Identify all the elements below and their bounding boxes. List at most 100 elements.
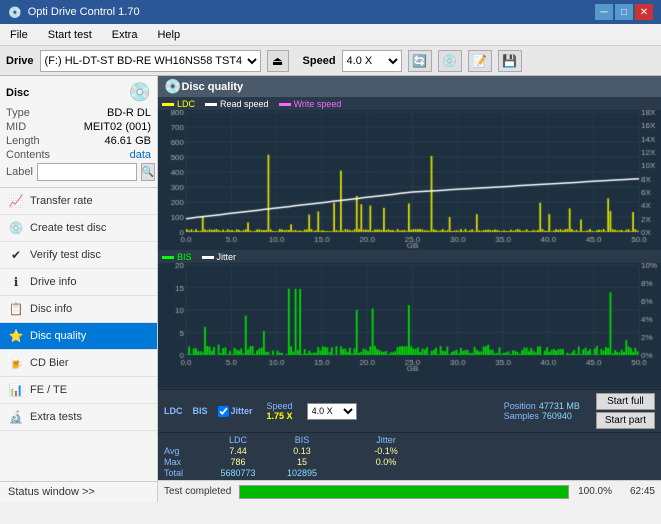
verify-test-disc-icon: ✔ (8, 247, 24, 263)
disc-panel-icon: 💿 (129, 82, 151, 103)
position-value: 47731 MB (539, 401, 580, 411)
fe-te-icon: 📊 (8, 382, 24, 398)
speed-stat-value: 1.75 X (267, 411, 293, 421)
disc-length-value: 46.61 GB (105, 135, 151, 147)
menubar: File Start test Extra Help (0, 24, 661, 46)
sidebar-label-disc-info: Disc info (30, 303, 72, 315)
menu-extra[interactable]: Extra (106, 27, 144, 43)
sidebar-item-disc-quality[interactable]: ⭐ Disc quality (0, 323, 157, 350)
max-ldc: 786 (208, 457, 268, 467)
total-ldc: 5680773 (208, 468, 268, 478)
status-window-button[interactable]: Status window >> (0, 481, 157, 502)
max-jitter: 0.0% (356, 457, 416, 467)
menu-file[interactable]: File (4, 27, 34, 43)
disc-label-row: Label 🔍 (6, 163, 151, 181)
drivebar: Drive (F:) HL-DT-ST BD-RE WH16NS58 TST4 … (0, 46, 661, 76)
write-speed-legend-color (279, 103, 291, 106)
refresh-button[interactable]: 🔄 (408, 50, 432, 72)
disc-mid-value: MEIT02 (001) (84, 121, 151, 133)
disc-contents-value: data (130, 149, 151, 161)
max-bis: 15 (272, 457, 332, 467)
status-text: Test completed (164, 486, 231, 497)
speed-select[interactable]: 4.0 X (342, 50, 402, 72)
sidebar-item-transfer-rate[interactable]: 📈 Transfer rate (0, 188, 157, 215)
avg-label: Avg (164, 446, 204, 456)
titlebar-title: 💿 Opti Drive Control 1.70 (8, 6, 140, 19)
stats-speed-select[interactable]: 4.0 X (307, 403, 357, 420)
menu-help[interactable]: Help (151, 27, 186, 43)
progress-bar-bg (239, 485, 569, 499)
sidebar-item-disc-info[interactable]: 📋 Disc info (0, 296, 157, 323)
total-jitter-empty (336, 468, 416, 478)
disc-label-input[interactable] (37, 163, 137, 181)
disc-length-row: Length 46.61 GB (6, 135, 151, 147)
cd-bier-icon: 🍺 (8, 355, 24, 371)
disc-info-panel: Disc 💿 Type BD-R DL MID MEIT02 (001) Len… (0, 76, 157, 188)
save-button[interactable]: 💾 (498, 50, 522, 72)
disc-length-label: Length (6, 135, 40, 147)
drive-label: Drive (6, 55, 34, 67)
sidebar: Disc 💿 Type BD-R DL MID MEIT02 (001) Len… (0, 76, 158, 502)
stats-empty (164, 435, 204, 445)
minimize-button[interactable]: ─ (595, 4, 613, 20)
progress-area: Test completed 100.0% 62:45 (158, 480, 661, 502)
ldc-chart (158, 110, 661, 250)
drive-info-icon: ℹ (8, 274, 24, 290)
sidebar-item-verify-test-disc[interactable]: ✔ Verify test disc (0, 242, 157, 269)
bis-legend-color (162, 256, 174, 259)
read-speed-legend-color (205, 103, 217, 106)
stats-ldc-col: LDC (208, 435, 268, 445)
main-area: Disc 💿 Type BD-R DL MID MEIT02 (001) Len… (0, 76, 661, 502)
content-header: 💿 Disc quality (158, 76, 661, 98)
sidebar-label-disc-quality: Disc quality (30, 330, 86, 342)
sidebar-item-cd-bier[interactable]: 🍺 CD Bier (0, 350, 157, 377)
start-full-button[interactable]: Start full (596, 393, 655, 410)
speed-label: Speed (303, 55, 336, 67)
speed-stat-label: Speed (267, 401, 293, 411)
avg-ldc: 7.44 (208, 446, 268, 456)
sidebar-item-create-test-disc[interactable]: 💿 Create test disc (0, 215, 157, 242)
bis-jitter-chart (158, 263, 661, 373)
disc-info-icon: 📋 (8, 301, 24, 317)
ldc-legend-color (162, 103, 174, 106)
ldc-stat-header: LDC (164, 406, 183, 416)
progress-time: 62:45 (620, 486, 655, 497)
stats-bis-col: BIS (272, 435, 332, 445)
disc-type-value: BD-R DL (107, 107, 151, 119)
total-bis: 102895 (272, 468, 332, 478)
disc-type-label: Type (6, 107, 30, 119)
menu-start-test[interactable]: Start test (42, 27, 98, 43)
close-button[interactable]: ✕ (635, 4, 653, 20)
action-btn-2[interactable]: 📝 (468, 50, 492, 72)
start-part-button[interactable]: Start part (596, 412, 655, 429)
eject-button[interactable]: ⏏ (267, 50, 289, 72)
total-label: Total (164, 468, 204, 478)
titlebar: 💿 Opti Drive Control 1.70 ─ □ ✕ (0, 0, 661, 24)
extra-tests-icon: 🔬 (8, 409, 24, 425)
maximize-button[interactable]: □ (615, 4, 633, 20)
sidebar-label-drive-info: Drive info (30, 276, 76, 288)
sidebar-item-extra-tests[interactable]: 🔬 Extra tests (0, 404, 157, 431)
bis-stat-header: BIS (193, 406, 208, 416)
bis-legend-label: BIS (177, 252, 192, 262)
read-speed-legend-label: Read speed (220, 99, 269, 109)
disc-contents-row: Contents data (6, 149, 151, 161)
disc-mid-row: MID MEIT02 (001) (6, 121, 151, 133)
sidebar-label-transfer-rate: Transfer rate (30, 195, 93, 207)
status-window-label: Status window >> (8, 486, 95, 498)
sidebar-label-verify-test-disc: Verify test disc (30, 249, 101, 261)
action-btn-1[interactable]: 💿 (438, 50, 462, 72)
content-area: 💿 Disc quality LDC Read speed Write spee… (158, 76, 661, 502)
disc-panel-title: Disc (6, 87, 29, 99)
sidebar-item-drive-info[interactable]: ℹ Drive info (0, 269, 157, 296)
disc-label-label: Label (6, 166, 33, 178)
drive-select[interactable]: (F:) HL-DT-ST BD-RE WH16NS58 TST4 (40, 50, 261, 72)
sidebar-label-fe-te: FE / TE (30, 384, 67, 396)
disc-quality-icon: ⭐ (8, 328, 24, 344)
disc-label-btn[interactable]: 🔍 (141, 163, 155, 181)
jitter-checkbox[interactable] (218, 406, 229, 417)
disc-contents-label: Contents (6, 149, 50, 161)
sidebar-item-fe-te[interactable]: 📊 FE / TE (0, 377, 157, 404)
progress-percent: 100.0% (577, 486, 612, 497)
write-speed-legend-label: Write speed (294, 99, 342, 109)
